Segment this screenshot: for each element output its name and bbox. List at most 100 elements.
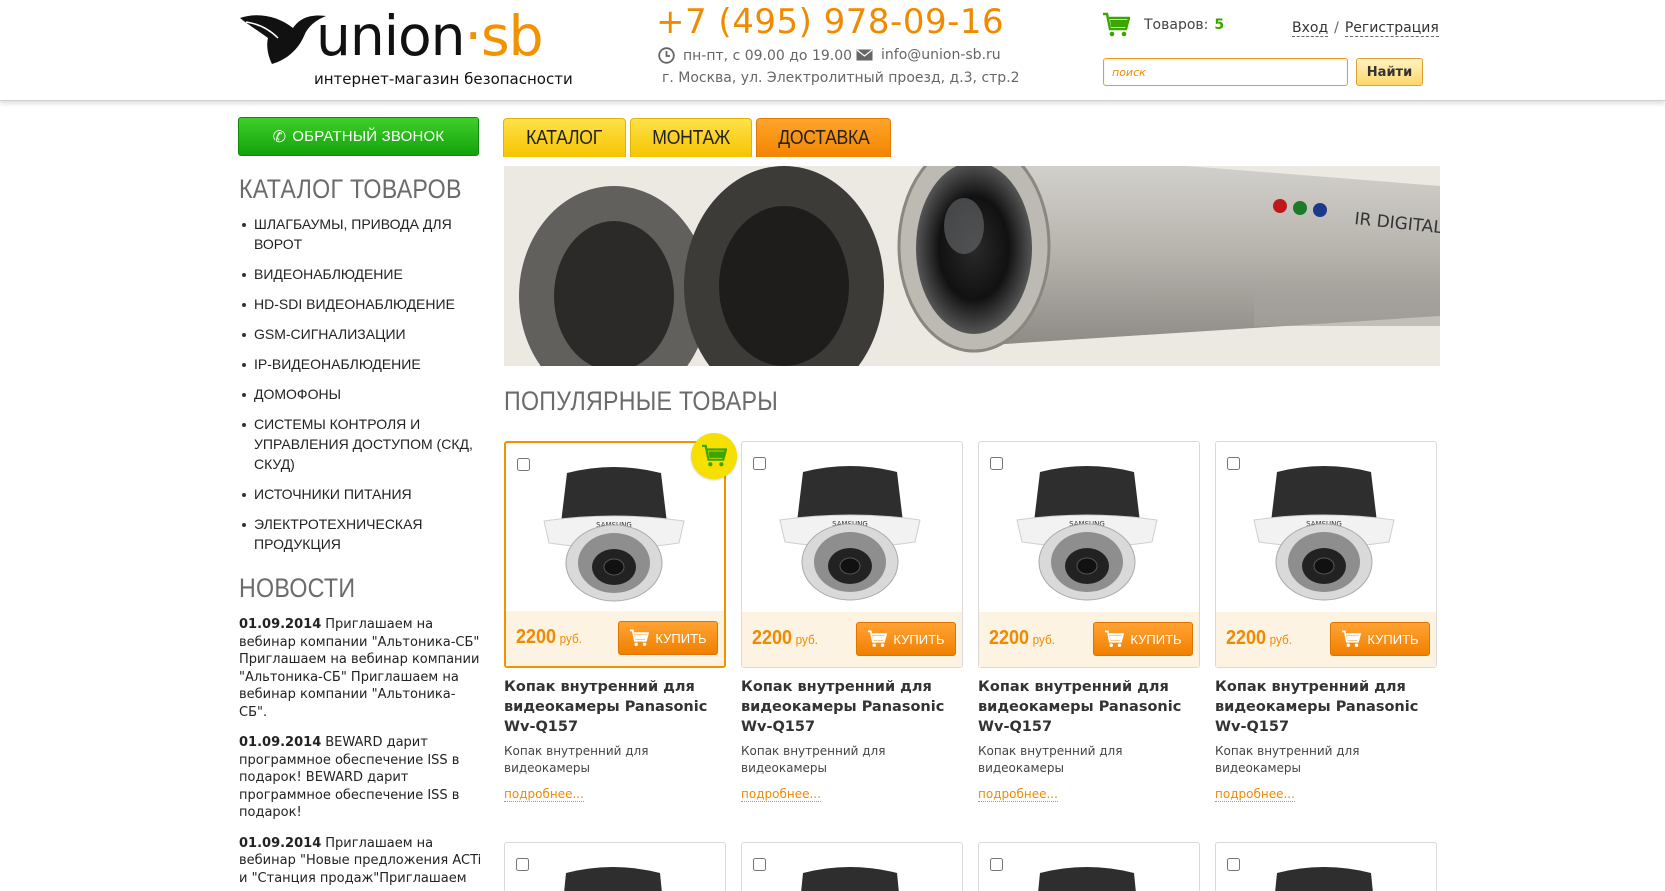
product-card[interactable]: SAMSUNG 2200руб. КУПИТЬ <box>978 441 1200 668</box>
hours-text: пн-пт, с 09.00 до 19.00 <box>683 47 853 64</box>
callback-button-label: ОБРАТНЫЙ ЗВОНОК <box>292 128 445 145</box>
price-bar: 2200 руб. КУПИТЬ <box>1216 612 1436 667</box>
catalog-item-barriers[interactable]: ШЛАГБАУМЫ, ПРИВОДА ДЛЯ ВОРОТ <box>242 214 486 254</box>
price-currency: руб. <box>1269 632 1292 647</box>
email[interactable]: info@union-sb.ru <box>856 47 1001 63</box>
dome-camera-image: SAMSUNG <box>1016 466 1158 601</box>
catalog-item-gsm[interactable]: GSM-СИГНАЛИЗАЦИИ <box>242 324 486 344</box>
buy-button[interactable]: КУПИТЬ <box>1330 622 1430 656</box>
tab-installation[interactable]: МОНТАЖ <box>630 118 752 157</box>
callback-button[interactable]: ✆ ОБРАТНЫЙ ЗВОНОК <box>238 117 479 156</box>
auth-links: Вход / Регистрация <box>1292 20 1439 37</box>
dome-camera-image <box>1038 867 1136 891</box>
price-value: 2200 <box>752 627 793 649</box>
news-date: 01.09.2014 <box>239 835 322 851</box>
buy-button[interactable]: КУПИТЬ <box>1093 622 1193 656</box>
catalog-item-cctv[interactable]: ВИДЕОНАБЛЮДЕНИЕ <box>242 264 486 284</box>
product-name[interactable]: Копак внутренний для видеокамеры Panason… <box>504 677 726 737</box>
compare-checkbox[interactable] <box>517 458 530 471</box>
dome-camera-image <box>801 867 899 891</box>
cart-icon <box>1105 630 1125 647</box>
product-name[interactable]: Копак внутренний для видеокамеры Panason… <box>741 677 963 737</box>
news-item[interactable]: 01.09.2014 Приглашаем на вебинар "Новые п… <box>239 835 483 888</box>
buy-button[interactable]: КУПИТЬ <box>618 621 718 655</box>
news-item[interactable]: 01.09.2014 Приглашаем на вебинар компании… <box>239 616 483 721</box>
auth-separator: / <box>1334 20 1339 36</box>
catalog-title: КАТАЛОГ ТОВАРОВ <box>239 174 462 204</box>
product-card[interactable] <box>504 842 726 891</box>
news-date: 01.09.2014 <box>239 617 322 632</box>
logo-sb: sb <box>481 4 544 68</box>
register-link[interactable]: Регистрация <box>1344 20 1439 37</box>
catalog-item-power[interactable]: ИСТОЧНИКИ ПИТАНИЯ <box>242 484 486 504</box>
dome-camera-image: SAMSUNG <box>1253 466 1395 601</box>
product-description: Копак внутренний для видеокамеры <box>1215 744 1360 775</box>
login-link[interactable]: Вход <box>1292 20 1329 37</box>
news-text: Приглашаем на вебинар компании "Альтоник… <box>239 617 480 720</box>
compare-checkbox[interactable] <box>753 457 766 470</box>
news-item[interactable]: 01.09.2014 BEWARD дарит программное обесп… <box>239 734 483 822</box>
email-text[interactable]: info@union-sb.ru <box>881 47 1001 63</box>
product-card[interactable] <box>978 842 1200 891</box>
buy-button[interactable]: КУПИТЬ <box>856 622 956 656</box>
tab-catalog[interactable]: КАТАЛОГ <box>503 118 626 157</box>
popular-products-title: ПОПУЛЯРНЫЕ ТОВАРЫ <box>504 386 779 416</box>
dome-camera-image: SAMSUNG <box>779 466 921 601</box>
compare-checkbox[interactable] <box>990 457 1003 470</box>
main-tabs: КАТАЛОГ МОНТАЖ ДОСТАВКА <box>503 118 895 157</box>
cart-icon <box>1342 630 1362 647</box>
add-to-cart-badge[interactable] <box>691 433 737 479</box>
product-card[interactable]: SAMSUNG 2200руб. КУПИТЬ <box>741 441 963 668</box>
site-logo[interactable]: union·sb интернет-магазин безопасности <box>238 4 578 92</box>
product-price: 2200 руб. <box>1226 627 1292 650</box>
cart-icon <box>702 444 727 467</box>
logo-main: union <box>316 4 466 68</box>
catalog-item-electrical[interactable]: ЭЛЕКТРОТЕХНИЧЕСКАЯ ПРОДУКЦИЯ <box>242 514 486 554</box>
product-name[interactable]: Копак внутренний для видеокамеры Panason… <box>1215 677 1437 737</box>
compare-checkbox[interactable] <box>516 858 529 871</box>
product-price: 2200 руб. <box>752 627 818 650</box>
more-link[interactable]: подробнее... <box>978 787 1058 802</box>
tab-delivery[interactable]: ДОСТАВКА <box>756 118 891 157</box>
product-price: 2200 руб. <box>516 626 582 649</box>
site-header: union·sb интернет-магазин безопасности +… <box>0 0 1665 101</box>
more-link[interactable]: подробнее... <box>504 787 584 802</box>
catalog-item-ip-cctv[interactable]: IP-ВИДЕОНАБЛЮДЕНИЕ <box>242 354 486 374</box>
dome-camera-image: SAMSUNG <box>543 467 685 602</box>
catalog-item-access-control[interactable]: СИСТЕМЫ КОНТРОЛЯ И УПРАВЛЕНИЯ ДОСТУПОМ (… <box>242 414 486 474</box>
promo-banner[interactable]: IR DIGITAL <box>504 166 1440 366</box>
product-card[interactable] <box>741 842 963 891</box>
compare-checkbox[interactable] <box>990 858 1003 871</box>
price-currency: руб. <box>795 632 818 647</box>
logo-tagline: интернет-магазин безопасности <box>314 70 573 88</box>
catalog-item-intercoms[interactable]: ДОМОФОНЫ <box>242 384 486 404</box>
product-card[interactable]: SAMSUNG 2200руб. КУПИТЬ <box>504 433 737 668</box>
product-description: Копак внутренний для видеокамеры <box>504 744 649 775</box>
price-value: 2200 <box>516 626 557 648</box>
phone-number[interactable]: +7 (495) 978-09-16 <box>656 2 1004 42</box>
header-cart[interactable]: Товаров: 5 <box>1102 12 1224 38</box>
phone-icon: ✆ <box>272 128 287 146</box>
more-link[interactable]: подробнее... <box>741 787 821 802</box>
buy-button-label: КУПИТЬ <box>1130 631 1182 647</box>
product-card[interactable] <box>1215 842 1437 891</box>
catalog-list: ШЛАГБАУМЫ, ПРИВОДА ДЛЯ ВОРОТ ВИДЕОНАБЛЮД… <box>242 214 486 564</box>
compare-checkbox[interactable] <box>753 858 766 871</box>
compare-checkbox[interactable] <box>1227 457 1240 470</box>
search-button[interactable]: Найти <box>1356 58 1423 86</box>
more-link[interactable]: подробнее... <box>1215 787 1295 802</box>
logo-dot: · <box>464 4 483 68</box>
product-card[interactable]: SAMSUNG 2200руб. КУПИТЬ <box>1215 441 1437 668</box>
product-info: Копак внутренний для видеокамеры Panason… <box>741 677 963 802</box>
tab-delivery-label: ДОСТАВКА <box>777 126 870 149</box>
search-input[interactable] <box>1103 58 1348 86</box>
dome-camera-image <box>1275 867 1373 891</box>
compare-checkbox[interactable] <box>1227 858 1240 871</box>
cart-label: Товаров: <box>1144 17 1209 33</box>
news-list: 01.09.2014 Приглашаем на вебинар компании… <box>239 616 483 891</box>
cart-icon <box>868 630 888 647</box>
cart-icon <box>1103 12 1130 37</box>
catalog-item-hd-sdi[interactable]: HD-SDI ВИДЕОНАБЛЮДЕНИЕ <box>242 294 486 314</box>
product-name[interactable]: Копак внутренний для видеокамеры Panason… <box>978 677 1200 737</box>
buy-button-label: КУПИТЬ <box>893 631 945 647</box>
